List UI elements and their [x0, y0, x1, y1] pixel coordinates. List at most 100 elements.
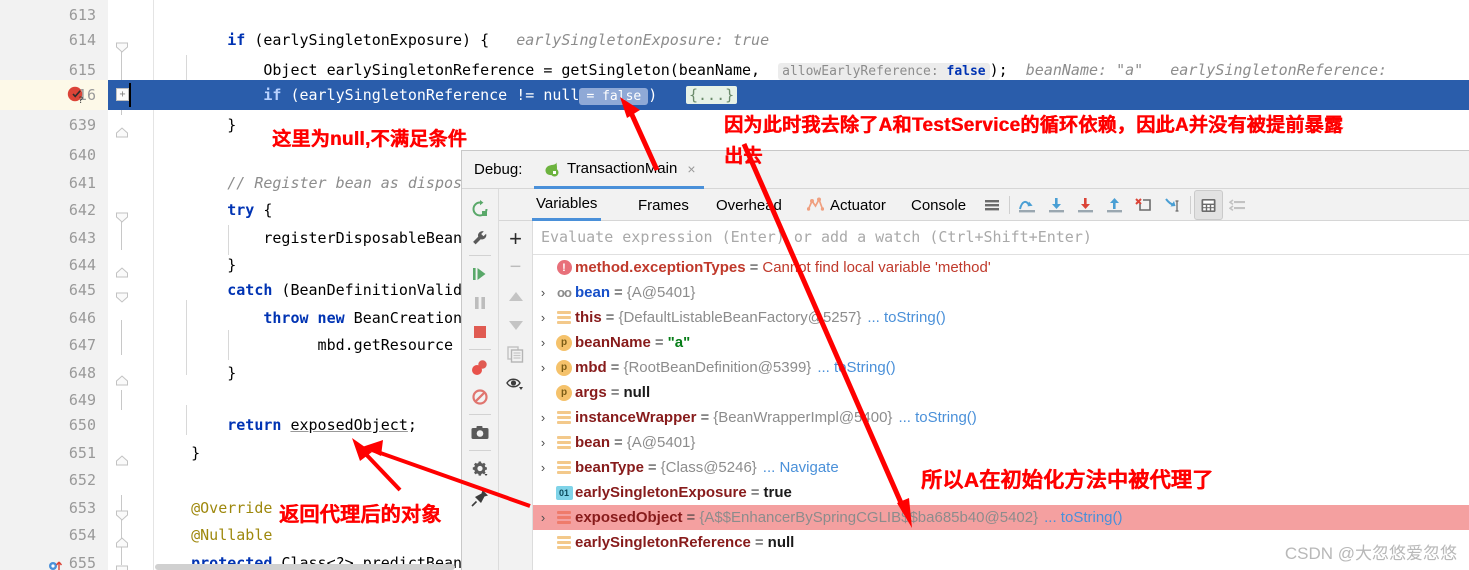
tab-label: Overhead	[716, 196, 782, 214]
step-over-icon[interactable]	[1013, 190, 1042, 220]
variable-row-bean[interactable]: › bean = {A@5401}	[533, 430, 1469, 455]
tostring-link[interactable]: ... toString()	[867, 309, 945, 326]
method-override-icon[interactable]	[48, 554, 63, 570]
tab-console[interactable]: Console	[907, 189, 970, 221]
force-step-into-icon[interactable]	[1071, 190, 1100, 220]
line-number: 648	[68, 364, 96, 382]
fold-chevron-icon[interactable]	[115, 284, 129, 303]
triangle-up-icon	[508, 292, 523, 301]
code-text: throw new BeanCreation	[263, 309, 463, 327]
equals-sign: =	[614, 434, 623, 451]
add-watch-button[interactable]: +	[502, 224, 530, 253]
mute-breakpoints-icon[interactable]	[465, 382, 495, 411]
layout-lines-icon[interactable]	[977, 190, 1006, 220]
view-breakpoints-icon[interactable]	[465, 353, 495, 382]
fold-chevron-up-icon[interactable]	[115, 119, 129, 138]
expand-arrow[interactable]: ›	[533, 335, 553, 350]
static-field-icon: oo	[557, 285, 572, 300]
variable-row-bean-static[interactable]: › oo bean = {A@5401}	[533, 280, 1469, 305]
debug-session-name: TransactionMain	[567, 160, 678, 177]
variable-row-instancewrapper[interactable]: › instanceWrapper = {BeanWrapperImpl@540…	[533, 405, 1469, 430]
fold-chevron-up-icon[interactable]	[115, 259, 129, 278]
tostring-link[interactable]: ... toString()	[898, 409, 976, 426]
debug-tabs-row[interactable]: Variables Frames Overhead Actuator Conso…	[499, 189, 1469, 221]
breakpoint-icon[interactable]: ?	[66, 84, 88, 106]
parameter-icon: p	[553, 384, 575, 401]
compact-view-icon[interactable]	[1223, 190, 1252, 220]
evaluate-expression-icon[interactable]	[1194, 190, 1223, 220]
gear-dropdown-icon[interactable]	[465, 454, 495, 483]
variable-name: mbd	[575, 359, 607, 376]
settings-wrench-icon[interactable]	[465, 223, 495, 252]
fold-chevron-icon[interactable]	[115, 34, 129, 53]
expand-arrow[interactable]: ›	[533, 460, 553, 475]
evaluate-expression-bar[interactable]: Evaluate expression (Enter) or add a wat…	[533, 221, 1469, 255]
variable-row-mbd[interactable]: › p mbd = {RootBeanDefinition@5399} ... …	[533, 355, 1469, 380]
variable-row-beanname[interactable]: › p beanName = "a"	[533, 330, 1469, 355]
fold-expand-icon[interactable]: +	[116, 88, 129, 101]
pause-program-icon[interactable]	[465, 288, 495, 317]
line-number: 643	[68, 229, 96, 247]
fold-chevron-up-icon[interactable]	[115, 447, 129, 466]
watch-eye-button[interactable]	[502, 369, 530, 398]
tab-overhead[interactable]: Overhead	[712, 189, 786, 221]
debug-titlebar: Debug: TransactionMain ×	[462, 151, 1469, 189]
boolean-icon: 01	[553, 485, 575, 500]
variable-name: method.exceptionTypes	[575, 259, 746, 276]
variable-row-method-exceptiontypes[interactable]: ! method.exceptionTypes = Cannot find lo…	[533, 255, 1469, 280]
variable-value: Cannot find local variable 'method'	[762, 259, 991, 276]
folded-block[interactable]: {...}	[686, 80, 738, 110]
expand-arrow[interactable]: ›	[533, 410, 553, 425]
variable-row-exposedobject[interactable]: › exposedObject = {A$$EnhancerBySpringCG…	[533, 505, 1469, 530]
debug-tool-window[interactable]: Debug: TransactionMain × Variables Frame…	[461, 150, 1469, 570]
code-line-614[interactable]: 614 if (earlySingletonExposure) { earlyS…	[0, 25, 1469, 55]
variable-row-args[interactable]: p args = null	[533, 380, 1469, 405]
navigate-link[interactable]: ... Navigate	[763, 459, 839, 476]
copy-button[interactable]	[502, 340, 530, 369]
step-into-icon[interactable]	[1042, 190, 1071, 220]
move-down-button[interactable]	[502, 311, 530, 340]
debug-step-toolbar[interactable]	[977, 189, 1252, 221]
fold-chevron-up-icon[interactable]	[115, 367, 129, 386]
fold-chevron-icon[interactable]	[115, 502, 129, 521]
tostring-link[interactable]: ... toString()	[1044, 509, 1122, 526]
step-out-icon[interactable]	[1100, 190, 1129, 220]
equals-sign: =	[686, 509, 696, 526]
stop-icon[interactable]	[465, 317, 495, 346]
expand-arrow[interactable]: ›	[533, 310, 553, 325]
tab-label: Actuator	[830, 196, 886, 214]
tab-actuator[interactable]: Actuator	[803, 189, 890, 221]
debug-side-toolbar[interactable]	[462, 189, 499, 570]
debug-session-tab[interactable]: TransactionMain ×	[534, 151, 704, 189]
tostring-link[interactable]: ... toString()	[817, 359, 895, 376]
rerun-icon[interactable]	[465, 194, 495, 223]
line-number: 639	[68, 116, 96, 134]
variables-side-toolbar[interactable]: + −	[499, 221, 533, 570]
variables-pane[interactable]: Evaluate expression (Enter) or add a wat…	[533, 221, 1469, 570]
horizontal-scrollbar[interactable]	[155, 564, 455, 570]
variable-row-this[interactable]: › this = {DefaultListableBeanFactory@525…	[533, 305, 1469, 330]
variable-value: {BeanWrapperImpl@5400}	[713, 409, 893, 426]
move-up-button[interactable]	[502, 282, 530, 311]
code-line-616[interactable]: 616 ? + if (earlySingletonReference != n…	[0, 80, 1469, 110]
expand-arrow[interactable]: ›	[533, 435, 553, 450]
fold-chevron-icon[interactable]	[115, 557, 129, 570]
fold-chevron-up-icon[interactable]	[115, 529, 129, 548]
expand-arrow[interactable]: ›	[533, 510, 553, 525]
resume-program-icon[interactable]	[465, 259, 495, 288]
run-to-cursor-icon[interactable]	[1158, 190, 1187, 220]
remove-watch-button[interactable]: −	[502, 253, 530, 282]
tab-variables[interactable]: Variables	[532, 189, 602, 221]
screenshot-icon[interactable]	[465, 418, 495, 447]
pin-icon[interactable]	[465, 483, 495, 512]
close-icon[interactable]: ×	[687, 161, 695, 177]
code-text: registerDisposableBean	[155, 229, 463, 247]
variables-list[interactable]: ! method.exceptionTypes = Cannot find lo…	[533, 255, 1469, 570]
fold-chevron-icon[interactable]	[115, 204, 129, 223]
expand-arrow[interactable]: ›	[533, 285, 553, 300]
code-text: catch (BeanDefinitionValid	[227, 281, 463, 299]
tab-frames[interactable]: Frames	[634, 189, 693, 221]
expand-arrow[interactable]: ›	[533, 360, 553, 375]
drop-frame-icon[interactable]	[1129, 190, 1158, 220]
copy-icon	[507, 346, 524, 363]
